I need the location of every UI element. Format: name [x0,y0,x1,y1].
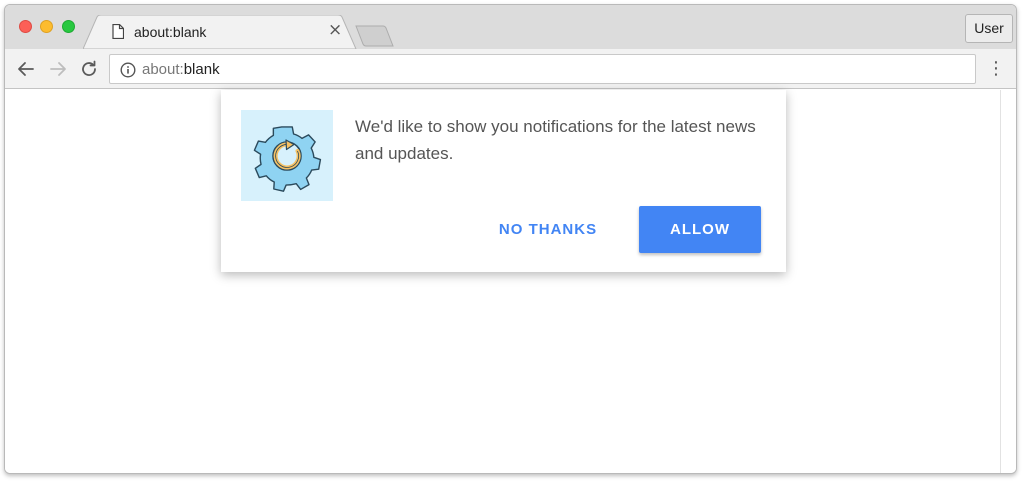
url-text[interactable]: about:blank [142,61,220,78]
minimize-window-button[interactable] [40,20,53,33]
maximize-window-button[interactable] [62,20,75,33]
tab-title: about:blank [134,24,207,40]
reload-icon[interactable] [79,59,99,79]
user-profile-button[interactable]: User [965,14,1013,43]
allow-button[interactable]: ALLOW [639,206,761,253]
info-icon[interactable] [120,62,136,83]
no-thanks-button[interactable]: NO THANKS [483,206,613,252]
page-content: We'd like to show you notifications for … [5,90,1016,473]
new-tab-button[interactable] [355,25,395,47]
forward-arrow-icon[interactable] [48,59,68,79]
browser-toolbar: about:blank ⋮ [5,49,1016,89]
notification-message: We'd like to show you notifications for … [355,117,756,163]
tab-close-icon[interactable]: × [328,22,342,39]
url-scheme: about: [142,61,184,78]
browser-menu-icon[interactable]: ⋮ [987,59,1005,79]
gear-refresh-icon [241,110,333,201]
document-icon [112,23,125,44]
close-window-button[interactable] [19,20,32,33]
notification-permission-prompt: We'd like to show you notifications for … [221,90,786,272]
address-bar[interactable]: about:blank [109,54,976,84]
tab-active[interactable]: about:blank × [100,15,355,49]
scrollbar-track [1000,90,1001,473]
back-arrow-icon[interactable] [16,59,36,79]
tab-strip: about:blank × User [5,5,1016,49]
url-path: blank [183,61,220,78]
browser-window: about:blank × User about:blank ⋮ We'd li… [4,4,1017,474]
